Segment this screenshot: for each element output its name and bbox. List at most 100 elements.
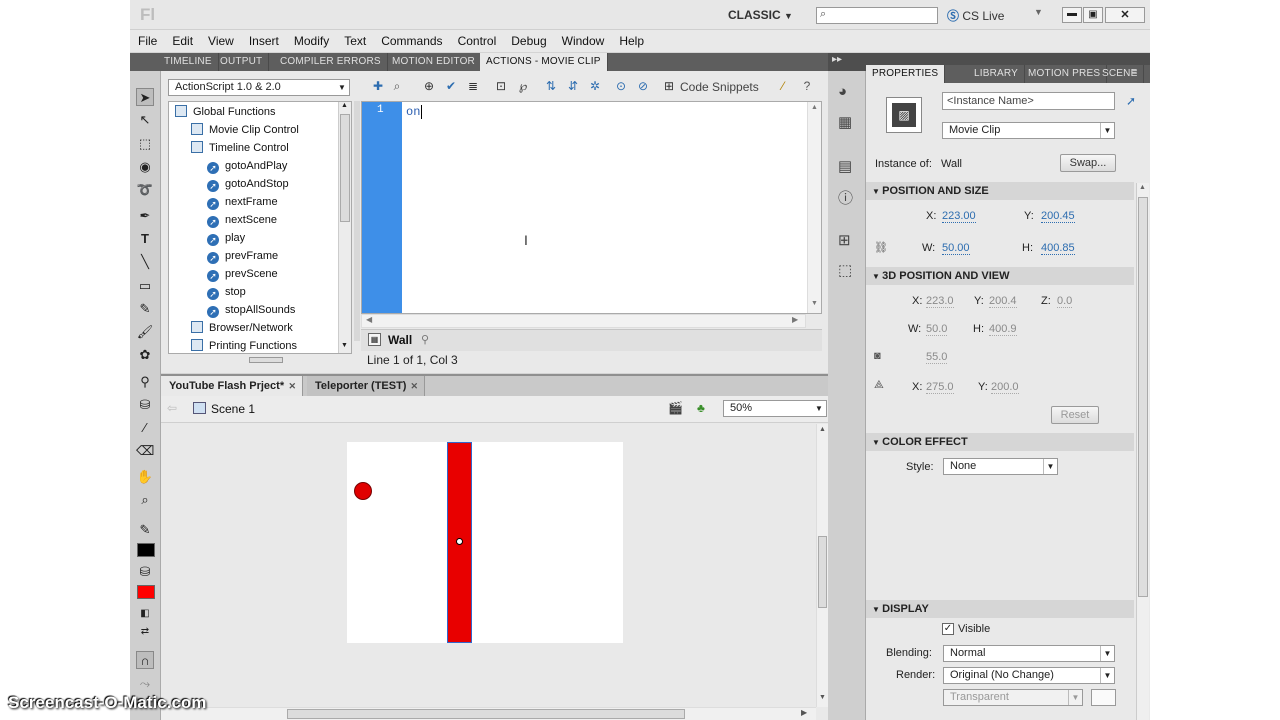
edit-scene-icon[interactable]: 🎬 — [668, 401, 683, 415]
selection-tool-icon[interactable]: ➤ — [136, 88, 154, 106]
h3d-value[interactable]: 400.9 — [989, 323, 1017, 336]
pencil-tool-icon[interactable]: ✎ — [136, 300, 154, 318]
actionscript-version-select[interactable]: ActionScript 1.0 & 2.0 ▼ — [168, 79, 350, 96]
expand-all-icon[interactable]: ✲ — [586, 77, 604, 95]
toolbox-function-item[interactable]: ➚ prevScene — [207, 265, 278, 283]
smooth-icon[interactable]: ⤳ — [136, 675, 154, 693]
y3d-value[interactable]: 200.4 — [989, 295, 1017, 308]
symbol-type-select[interactable]: Movie Clip ▼ — [942, 122, 1115, 139]
menu-commands[interactable]: Commands — [373, 30, 449, 48]
toolbox-resize-handle[interactable] — [249, 357, 283, 363]
subselection-tool-icon[interactable]: ↖ — [136, 111, 154, 129]
x-value[interactable]: 223.00 — [942, 210, 976, 223]
reset-button[interactable]: Reset — [1051, 406, 1099, 424]
insert-target-path-icon[interactable]: ⊕ — [420, 77, 438, 95]
render-background-swatch[interactable] — [1091, 689, 1116, 706]
color-effect-section[interactable]: ▼ COLOR EFFECT — [866, 433, 1134, 451]
menu-debug[interactable]: Debug — [503, 30, 553, 48]
perspective-angle-value[interactable]: 55.0 — [926, 351, 948, 364]
h-value[interactable]: 400.85 — [1041, 242, 1075, 255]
wall-instance[interactable] — [447, 442, 472, 643]
render-background-select[interactable]: Transparent ▼ — [943, 689, 1083, 706]
swap-button[interactable]: Swap... — [1060, 154, 1116, 172]
bone-tool-icon[interactable]: ⚲ — [136, 373, 154, 391]
instance-name-input[interactable]: <Instance Name> — [942, 92, 1115, 110]
collapse-between-braces-icon[interactable]: ⇅ — [542, 77, 560, 95]
workspace-switcher[interactable]: CLASSIC ▼ — [728, 8, 793, 22]
tab-actions-movie-clip[interactable]: ACTIONS - MOVIE CLIP — [480, 53, 608, 71]
y-value[interactable]: 200.45 — [1041, 210, 1075, 223]
transform-icon[interactable]: ⬚ — [838, 261, 852, 279]
swap-colors-icon[interactable]: ⇄ — [136, 623, 154, 641]
apply-block-comment-icon[interactable]: ⊙ — [612, 77, 630, 95]
menu-insert[interactable]: Insert — [241, 30, 286, 48]
check-syntax-icon[interactable]: ✔ — [442, 77, 460, 95]
help-search-input[interactable]: ⌕ — [816, 7, 938, 24]
code-editor[interactable]: 1 on I ▲ ▼ — [361, 101, 822, 314]
close-tab-icon[interactable]: ✕ — [288, 376, 296, 396]
default-colors-icon[interactable]: ◧ — [136, 605, 154, 623]
script-target-tab[interactable]: Wall — [388, 333, 412, 347]
x3d-value[interactable]: 223.0 — [926, 295, 954, 308]
help-icon[interactable]: ? — [798, 77, 816, 95]
menu-modify[interactable]: Modify — [286, 30, 336, 48]
menu-text[interactable]: Text — [336, 30, 373, 48]
tab-output[interactable]: OUTPUT — [214, 53, 270, 71]
stroke-color-swatch[interactable] — [137, 543, 155, 557]
zoom-select[interactable]: 50% ▼ — [723, 400, 827, 417]
toolbox-function-item[interactable]: ➚ play — [207, 229, 245, 247]
toolbox-category-item[interactable]: Timeline Control — [191, 139, 289, 157]
line-tool-icon[interactable]: ╲ — [136, 253, 154, 271]
menu-file[interactable]: File — [130, 30, 164, 48]
expand-icon[interactable]: ▸▸ — [832, 54, 842, 65]
toolbox-category-item[interactable]: Movie Clip Control — [191, 121, 299, 139]
cs-live-button[interactable]: Ⓢ CS Live — [947, 7, 1004, 24]
deco-tool-icon[interactable]: ✿ — [136, 346, 154, 364]
brush-tool-icon[interactable]: 🖌 — [136, 323, 154, 341]
debug-options-icon[interactable]: ℘ — [514, 77, 532, 95]
toolbox-function-item[interactable]: ➚ gotoAndStop — [207, 175, 289, 193]
text-tool-icon[interactable]: T — [136, 230, 154, 248]
position-size-section[interactable]: ▼ POSITION AND SIZE — [866, 182, 1134, 200]
edit-symbols-icon[interactable]: ♣ — [697, 401, 705, 415]
lock-proportions-icon[interactable]: ⛓ — [874, 241, 888, 254]
vanishing-y-value[interactable]: 200.0 — [991, 381, 1019, 394]
display-section[interactable]: ▼ DISPLAY — [866, 600, 1134, 618]
pen-tool-icon[interactable]: ✒ — [136, 207, 154, 225]
free-transform-tool-icon[interactable]: ⬚ — [136, 135, 154, 153]
color-style-select[interactable]: None ▼ — [943, 458, 1058, 475]
tab-motion-editor[interactable]: MOTION EDITOR — [386, 53, 482, 71]
menu-window[interactable]: Window — [554, 30, 612, 48]
hand-tool-icon[interactable]: ✋ — [136, 468, 154, 486]
motion-presets-icon[interactable]: ◕ — [838, 83, 847, 100]
apply-line-comment-icon[interactable]: ⊘ — [634, 77, 652, 95]
3d-position-section[interactable]: ▼ 3D POSITION AND VIEW — [866, 267, 1134, 285]
scene-breadcrumb[interactable]: Scene 1 — [211, 402, 255, 416]
cs-live-dropdown-icon[interactable]: ▼ — [1034, 7, 1043, 17]
paint-bucket-tool-icon[interactable]: ⛁ — [136, 396, 154, 414]
ball-instance[interactable] — [354, 482, 372, 500]
back-arrow-icon[interactable]: ⇦ — [167, 401, 177, 415]
properties-scrollbar[interactable]: ▲ — [1136, 183, 1149, 720]
menu-help[interactable]: Help — [611, 30, 651, 48]
document-tab[interactable]: YouTube Flash Prject* ✕ — [161, 376, 303, 396]
show-code-hint-icon[interactable]: ⊡ — [492, 77, 510, 95]
auto-format-icon[interactable]: ≣ — [464, 77, 482, 95]
eraser-tool-icon[interactable]: ⌫ — [136, 442, 154, 460]
editor-vertical-scrollbar[interactable]: ▲ ▼ — [807, 102, 821, 313]
code-snippets-button[interactable]: Code Snippets — [680, 80, 759, 94]
align-icon[interactable]: ▤ — [838, 157, 852, 175]
z3d-value[interactable]: 0.0 — [1057, 295, 1073, 308]
menu-edit[interactable]: Edit — [164, 30, 200, 48]
panel-splitter[interactable] — [354, 101, 360, 341]
close-button[interactable]: ✕ — [1105, 7, 1145, 23]
rectangle-tool-icon[interactable]: ▭ — [136, 277, 154, 295]
code-line-1[interactable]: on — [406, 105, 420, 119]
find-icon[interactable]: ⌕ — [388, 77, 406, 95]
maximize-button[interactable]: ▣ — [1083, 7, 1103, 23]
close-tab-icon[interactable]: ✕ — [410, 376, 418, 396]
render-select[interactable]: Original (No Change) ▼ — [943, 667, 1115, 684]
blending-select[interactable]: Normal ▼ — [943, 645, 1115, 662]
eyedropper-tool-icon[interactable]: ⁄ — [136, 419, 154, 437]
stage-canvas[interactable] — [347, 442, 623, 643]
